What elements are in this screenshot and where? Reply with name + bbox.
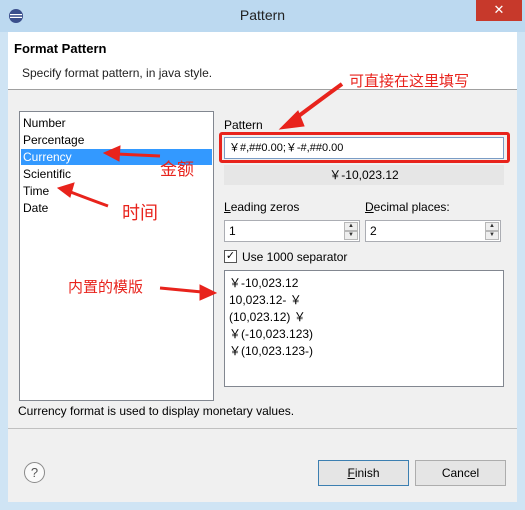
cancel-button[interactable]: Cancel: [415, 460, 506, 486]
header-title: Format Pattern: [14, 41, 107, 56]
decimal-places-mnemonic: D: [365, 200, 374, 214]
decimal-places-spinner[interactable]: 2 ▲ ▼: [365, 220, 501, 242]
example-item[interactable]: ￥-10,023.12: [229, 274, 298, 291]
finish-mnemonic: F: [347, 466, 355, 480]
title-bar: Pattern ✕: [0, 0, 525, 32]
footer-separator: [8, 428, 517, 429]
annotation-currency-note: 金额: [160, 160, 194, 180]
dialog-body: Format Pattern Specify format pattern, i…: [8, 32, 517, 502]
leading-zeros-label: Leading zeros: [224, 200, 299, 214]
leading-zeros-spinner[interactable]: 1 ▲ ▼: [224, 220, 360, 242]
example-list[interactable]: ￥-10,023.12 10,023.12- ￥ (10,023.12) ￥ ￥…: [224, 270, 504, 387]
category-time[interactable]: Time: [21, 183, 212, 199]
category-description: Currency format is used to display monet…: [18, 404, 295, 418]
decimal-places-label: Decimal places:: [365, 200, 450, 214]
decimal-places-label-text: ecimal places:: [373, 200, 450, 214]
pattern-preview: ￥-10,023.12: [224, 165, 504, 185]
header-description: Specify format pattern, in java style.: [22, 66, 213, 80]
close-button[interactable]: ✕: [476, 0, 522, 21]
annotation-time-note: 时间: [122, 203, 158, 224]
use-1000-separator-label[interactable]: Use 1000 separator: [242, 250, 347, 264]
help-icon[interactable]: ?: [24, 462, 45, 483]
pattern-label: Pattern: [224, 118, 263, 132]
example-item[interactable]: ￥(-10,023.123): [229, 325, 313, 342]
finish-button[interactable]: Finish: [318, 460, 409, 486]
category-number[interactable]: Number: [21, 115, 212, 131]
leading-zeros-value[interactable]: 1: [229, 224, 236, 238]
spin-down-icon[interactable]: ▼: [485, 231, 499, 240]
finish-label: inish: [354, 466, 380, 480]
close-icon: ✕: [493, 2, 505, 17]
category-date[interactable]: Date: [21, 200, 212, 216]
example-item[interactable]: ￥(10,023.123-): [229, 342, 313, 359]
example-item[interactable]: (10,023.12) ￥: [229, 308, 306, 325]
pattern-input[interactable]: ￥#,##0.00;￥-#,##0.00: [224, 137, 504, 159]
spin-down-icon[interactable]: ▼: [344, 231, 358, 240]
spin-up-icon[interactable]: ▲: [344, 222, 358, 231]
category-percentage[interactable]: Percentage: [21, 132, 212, 148]
annotation-examples-note: 内置的模版: [68, 278, 144, 296]
annotation-pattern-note: 可直接在这里填写: [349, 72, 470, 90]
leading-zeros-label-text: eading zeros: [230, 200, 300, 214]
use-1000-separator-checkbox[interactable]: ✓: [224, 250, 237, 263]
example-item[interactable]: 10,023.12- ￥: [229, 291, 302, 308]
leading-zeros-mnemonic: L: [224, 200, 231, 214]
decimal-places-value[interactable]: 2: [370, 224, 377, 238]
window-title: Pattern: [239, 7, 286, 23]
spin-up-icon[interactable]: ▲: [485, 222, 499, 231]
